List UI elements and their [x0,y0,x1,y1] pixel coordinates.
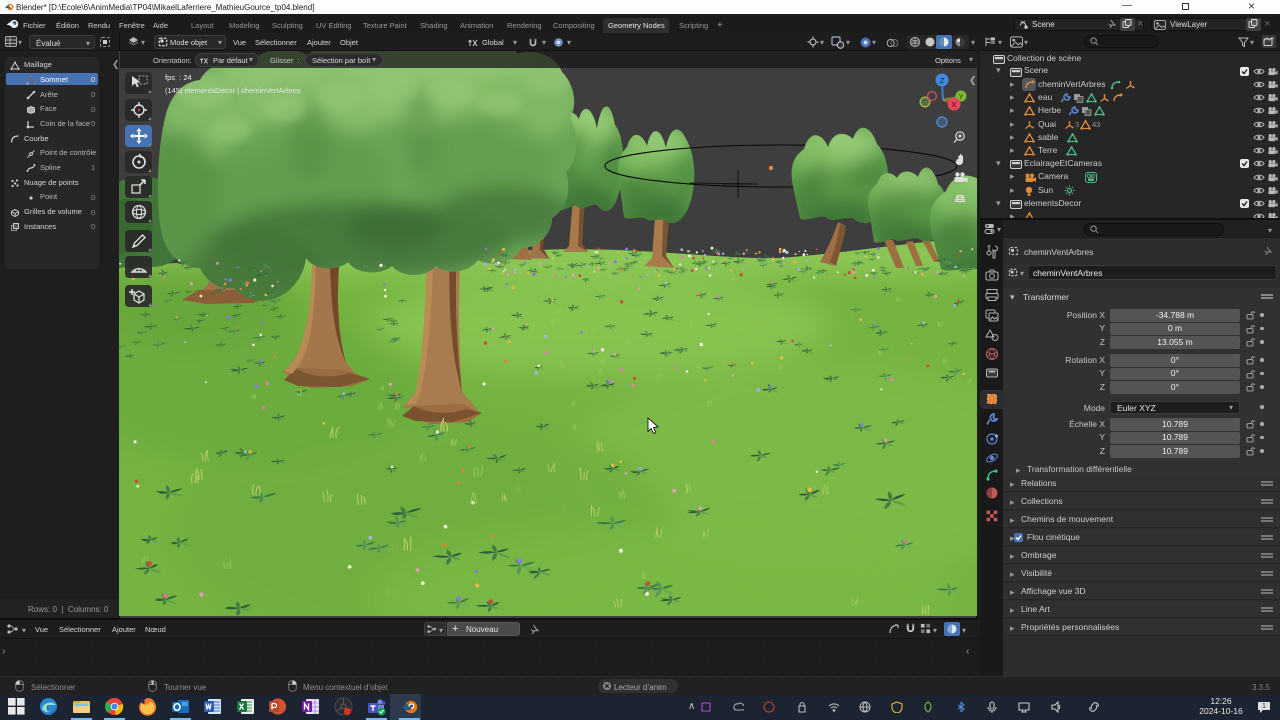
svg-text:X: X [951,100,956,109]
svg-text:Z: Z [940,76,945,85]
svg-text:Y: Y [959,94,964,101]
